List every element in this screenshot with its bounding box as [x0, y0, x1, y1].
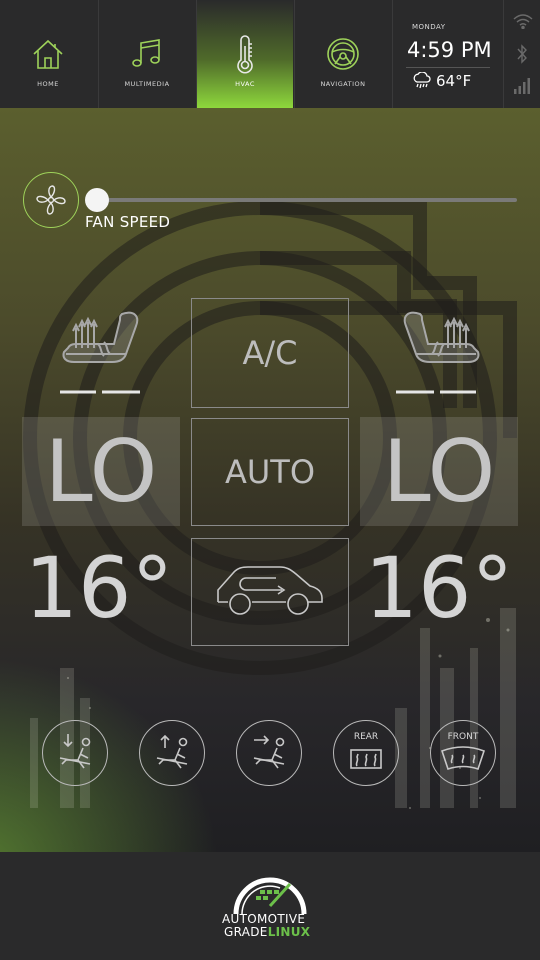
weather: 64°F — [412, 72, 471, 90]
nav-divider — [392, 0, 393, 108]
car-recirculation-icon — [217, 566, 323, 615]
airflow-down-button[interactable] — [42, 720, 108, 786]
heated-seat-icon — [396, 311, 480, 394]
status-icons — [503, 0, 540, 108]
airflow-down-icon — [59, 734, 91, 769]
fan-speed-label: FAN SPEED — [85, 213, 171, 231]
auto-label: AUTO — [224, 453, 316, 491]
nav-multimedia[interactable]: MULTIMEDIA — [99, 0, 195, 108]
front-defrost-button[interactable]: FRONT — [430, 720, 496, 786]
signal-bars-icon — [513, 76, 533, 98]
brand-linux: LINUX — [267, 925, 311, 939]
left-fan-level: LO — [44, 421, 158, 522]
brand-line-2: GRADELINUX — [224, 925, 310, 939]
wifi-icon — [513, 13, 533, 33]
rear-defrost-label: REAR — [353, 732, 379, 742]
home-icon — [30, 34, 66, 74]
top-bar: HOME MULTIMEDIA HVAC NAVIGATION MONDAY 4… — [0, 0, 540, 108]
recirculation-button[interactable] — [191, 538, 349, 646]
ac-label: A/C — [242, 334, 298, 372]
rear-defrost-button[interactable]: REAR — [333, 720, 399, 786]
clock-divider — [406, 67, 490, 68]
airflow-up-button[interactable] — [139, 720, 205, 786]
auto-button[interactable]: AUTO — [191, 418, 349, 526]
time-label: 4:59 PM — [407, 38, 492, 62]
nav-navigation-label: NAVIGATION — [320, 80, 366, 88]
fan-speed-slider-handle[interactable] — [85, 188, 109, 212]
nav-hvac[interactable]: HVAC — [197, 0, 293, 108]
steering-wheel-icon — [325, 34, 361, 74]
right-temperature[interactable]: 16° — [354, 538, 524, 638]
left-temperature[interactable]: 16° — [14, 538, 184, 638]
hvac-panel: FAN SPEED A/C AUTO LO 16° LO 16° REAR FR… — [0, 108, 540, 852]
rain-cloud-icon — [413, 72, 431, 89]
nav-hvac-label: HVAC — [235, 80, 255, 88]
agl-logo — [233, 877, 307, 915]
airflow-front-button[interactable] — [236, 720, 302, 786]
thermometer-icon — [227, 34, 263, 74]
heated-seat-icon — [60, 311, 140, 394]
ac-button[interactable]: A/C — [191, 298, 349, 408]
left-fan-level-button[interactable]: LO — [22, 417, 180, 526]
brand-grade: GRADE — [224, 925, 268, 939]
front-defrost-label: FRONT — [447, 732, 479, 742]
clock-widget: MONDAY 4:59 PM 64°F — [394, 0, 502, 108]
right-fan-level: LO — [382, 421, 496, 522]
fan-speed-slider-track[interactable] — [96, 198, 517, 202]
bottom-bar: AUTOMOTIVE GRADELINUX — [0, 852, 540, 960]
day-label: MONDAY — [412, 23, 446, 31]
fan-icon — [36, 185, 66, 215]
right-seat-heat-button[interactable] — [392, 304, 486, 400]
music-note-icon — [129, 34, 165, 74]
fan-speed-button[interactable] — [23, 172, 79, 228]
outside-temperature: 64°F — [436, 72, 472, 90]
nav-home[interactable]: HOME — [0, 0, 96, 108]
right-fan-level-button[interactable]: LO — [360, 417, 518, 526]
rear-defrost-icon — [350, 749, 382, 769]
airflow-up-icon — [156, 734, 188, 769]
nav-multimedia-label: MULTIMEDIA — [124, 80, 170, 88]
brand-line-1: AUTOMOTIVE — [222, 912, 306, 926]
airflow-front-icon — [253, 735, 285, 769]
bluetooth-icon — [516, 44, 528, 68]
nav-navigation[interactable]: NAVIGATION — [295, 0, 391, 108]
nav-home-label: HOME — [37, 80, 59, 88]
left-seat-heat-button[interactable] — [56, 304, 150, 400]
